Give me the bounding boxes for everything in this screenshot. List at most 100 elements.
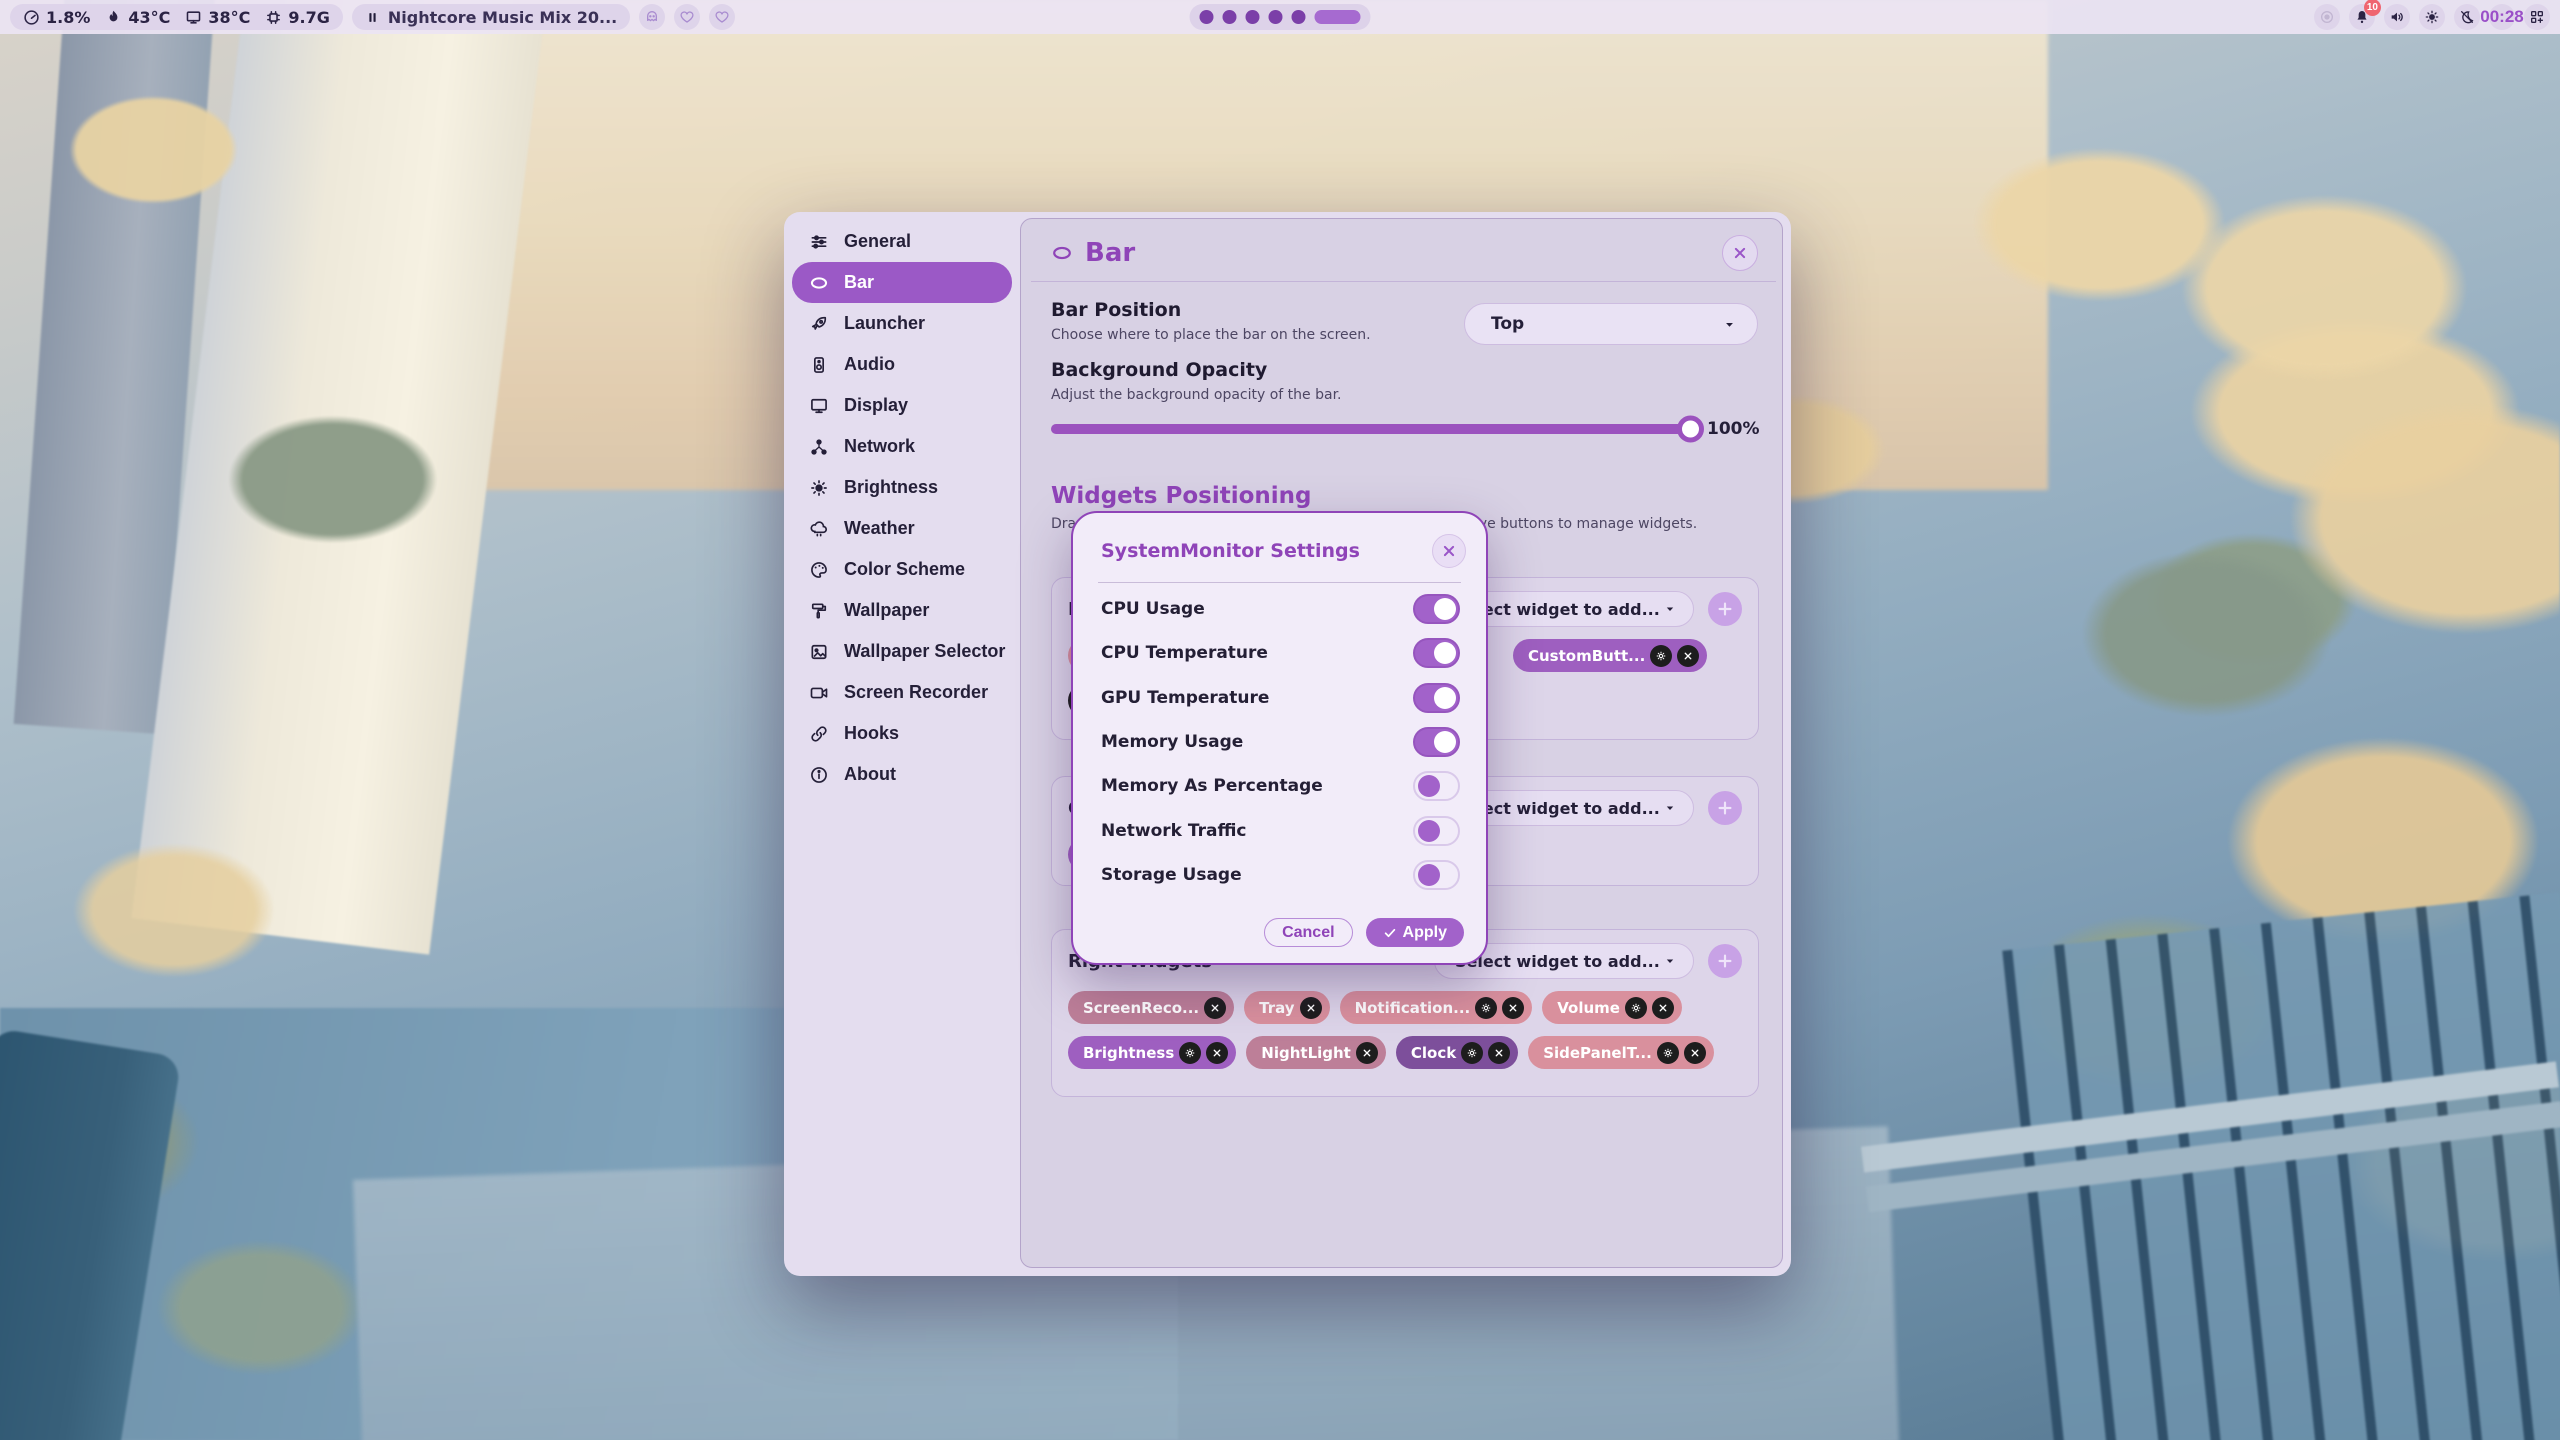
clock-display[interactable]: 00:28 — [2489, 4, 2515, 30]
pause-icon[interactable] — [365, 10, 380, 25]
sidebar-item-launcher[interactable]: Launcher — [792, 303, 1012, 344]
chip-remove-button[interactable] — [1300, 997, 1322, 1019]
sidebar-item-network[interactable]: Network — [792, 426, 1012, 467]
screen-record-button[interactable] — [2314, 4, 2340, 30]
quick-icon — [714, 9, 730, 25]
night-light-button[interactable] — [2454, 4, 2480, 30]
toggle-switch[interactable] — [1413, 638, 1460, 668]
chip-notification[interactable]: Notification... — [1340, 991, 1533, 1024]
chip-settings-button[interactable] — [1475, 997, 1497, 1019]
volume-button[interactable] — [2384, 4, 2410, 30]
bar-position-dropdown[interactable]: Top — [1464, 303, 1758, 345]
sidebar-item-about[interactable]: About — [792, 754, 1012, 795]
favorite-button-2[interactable] — [709, 4, 735, 30]
sidebar-item-audio[interactable]: Audio — [792, 344, 1012, 385]
sidebar-item-bar[interactable]: Bar — [792, 262, 1012, 303]
page-title: Bar — [1085, 238, 1135, 268]
toggle-switch[interactable] — [1413, 816, 1460, 846]
cancel-button[interactable]: Cancel — [1264, 918, 1352, 947]
chip-clock[interactable]: Clock — [1396, 1036, 1518, 1069]
chip-remove-button[interactable] — [1488, 1042, 1510, 1064]
add-widget-button[interactable] — [1708, 592, 1742, 626]
chip-settings-button[interactable] — [1179, 1042, 1201, 1064]
workspace-dot[interactable] — [1292, 10, 1306, 24]
stat-memory: 9.7G — [265, 8, 329, 27]
sidebar-item-label: About — [844, 764, 896, 785]
favorite-button[interactable] — [674, 4, 700, 30]
sidebar-item-hooks[interactable]: Hooks — [792, 713, 1012, 754]
stat-value: 43°C — [128, 8, 170, 27]
chip-brightness[interactable]: Brightness — [1068, 1036, 1236, 1069]
chip-remove-button[interactable] — [1204, 997, 1226, 1019]
panel-close-button[interactable] — [1722, 235, 1758, 271]
toggle-network-traffic: Network Traffic — [1101, 808, 1460, 852]
toggle-cpu-usage: CPU Usage — [1101, 587, 1460, 631]
opacity-slider-knob[interactable] — [1677, 416, 1704, 443]
sidebar-item-general[interactable]: General — [792, 221, 1012, 262]
toggle-switch[interactable] — [1413, 860, 1460, 890]
opacity-slider[interactable] — [1051, 424, 1691, 434]
apps-button[interactable] — [2524, 4, 2550, 30]
media-player-pill[interactable]: Nightcore Music Mix 20... — [352, 4, 630, 30]
workspace-active[interactable] — [1315, 10, 1361, 24]
notifications-button[interactable]: 10 — [2349, 4, 2375, 30]
chip-nightlight[interactable]: NightLight — [1246, 1036, 1386, 1069]
chip-custombutton[interactable]: CustomButt... — [1513, 639, 1707, 672]
sidebar-item-icon — [809, 601, 829, 621]
toggle-switch[interactable] — [1413, 727, 1460, 757]
chip-remove-button[interactable] — [1652, 997, 1674, 1019]
toggle-switch[interactable] — [1413, 683, 1460, 713]
sidebar-item-wallpaper[interactable]: Wallpaper — [792, 590, 1012, 631]
sidebar-item-brightness[interactable]: Brightness — [792, 467, 1012, 508]
sidebar-item-icon — [809, 683, 829, 703]
chip-remove-button[interactable] — [1677, 645, 1699, 667]
brightness-button[interactable] — [2419, 4, 2445, 30]
chip-settings-button[interactable] — [1625, 997, 1647, 1019]
toggle-knob — [1434, 731, 1456, 753]
chip-settings-button[interactable] — [1657, 1042, 1679, 1064]
sidebar-item-icon — [809, 765, 829, 785]
workspace-dot[interactable] — [1223, 10, 1237, 24]
toggle-label: CPU Usage — [1101, 599, 1205, 619]
toggle-switch[interactable] — [1413, 771, 1460, 801]
chip-volume[interactable]: Volume — [1542, 991, 1682, 1024]
workspace-dot[interactable] — [1269, 10, 1283, 24]
sidebar-item-weather[interactable]: Weather — [792, 508, 1012, 549]
add-widget-button[interactable] — [1708, 944, 1742, 978]
workspace-dot[interactable] — [1200, 10, 1214, 24]
chevron-down-icon — [1663, 602, 1677, 616]
sidebar-item-label: Display — [844, 395, 908, 416]
toggle-knob — [1418, 864, 1440, 886]
chip-tray[interactable]: Tray — [1244, 991, 1329, 1024]
apply-button[interactable]: Apply — [1366, 918, 1464, 947]
chip-remove-button[interactable] — [1684, 1042, 1706, 1064]
chip-remove-button[interactable] — [1206, 1042, 1228, 1064]
sidebar-item-label: Weather — [844, 518, 915, 539]
toggle-knob — [1418, 775, 1440, 797]
chip-remove-button[interactable] — [1502, 997, 1524, 1019]
modal-close-button[interactable] — [1432, 534, 1466, 568]
sidebar-item-wallpaper-selector[interactable]: Wallpaper Selector — [792, 631, 1012, 672]
sidebar-item-icon — [809, 232, 829, 252]
chip-settings-button[interactable] — [1461, 1042, 1483, 1064]
background-opacity-section: Background Opacity Adjust the background… — [1051, 359, 1758, 439]
toggle-switch[interactable] — [1413, 594, 1460, 624]
toggle-knob — [1434, 687, 1456, 709]
modal-title: SystemMonitor Settings — [1101, 540, 1360, 562]
add-widget-button[interactable] — [1708, 791, 1742, 825]
sidebar-item-label: General — [844, 231, 911, 252]
toggle-memory-usage: Memory Usage — [1101, 720, 1460, 764]
workspace-indicator[interactable] — [1190, 4, 1371, 30]
toggle-label: Network Traffic — [1101, 821, 1247, 841]
chip-settings-button[interactable] — [1650, 645, 1672, 667]
sidebar-item-color-scheme[interactable]: Color Scheme — [792, 549, 1012, 590]
sidebar-item-display[interactable]: Display — [792, 385, 1012, 426]
chip-screenrecorder[interactable]: ScreenReco... — [1068, 991, 1234, 1024]
toggle-label: GPU Temperature — [1101, 688, 1269, 708]
background-opacity-label: Background Opacity — [1051, 359, 1758, 381]
chip-remove-button[interactable] — [1356, 1042, 1378, 1064]
chip-sidepanel[interactable]: SidePanelT... — [1528, 1036, 1714, 1069]
workspace-dot[interactable] — [1246, 10, 1260, 24]
sidebar-item-screen-recorder[interactable]: Screen Recorder — [792, 672, 1012, 713]
ghost-button[interactable] — [639, 4, 665, 30]
